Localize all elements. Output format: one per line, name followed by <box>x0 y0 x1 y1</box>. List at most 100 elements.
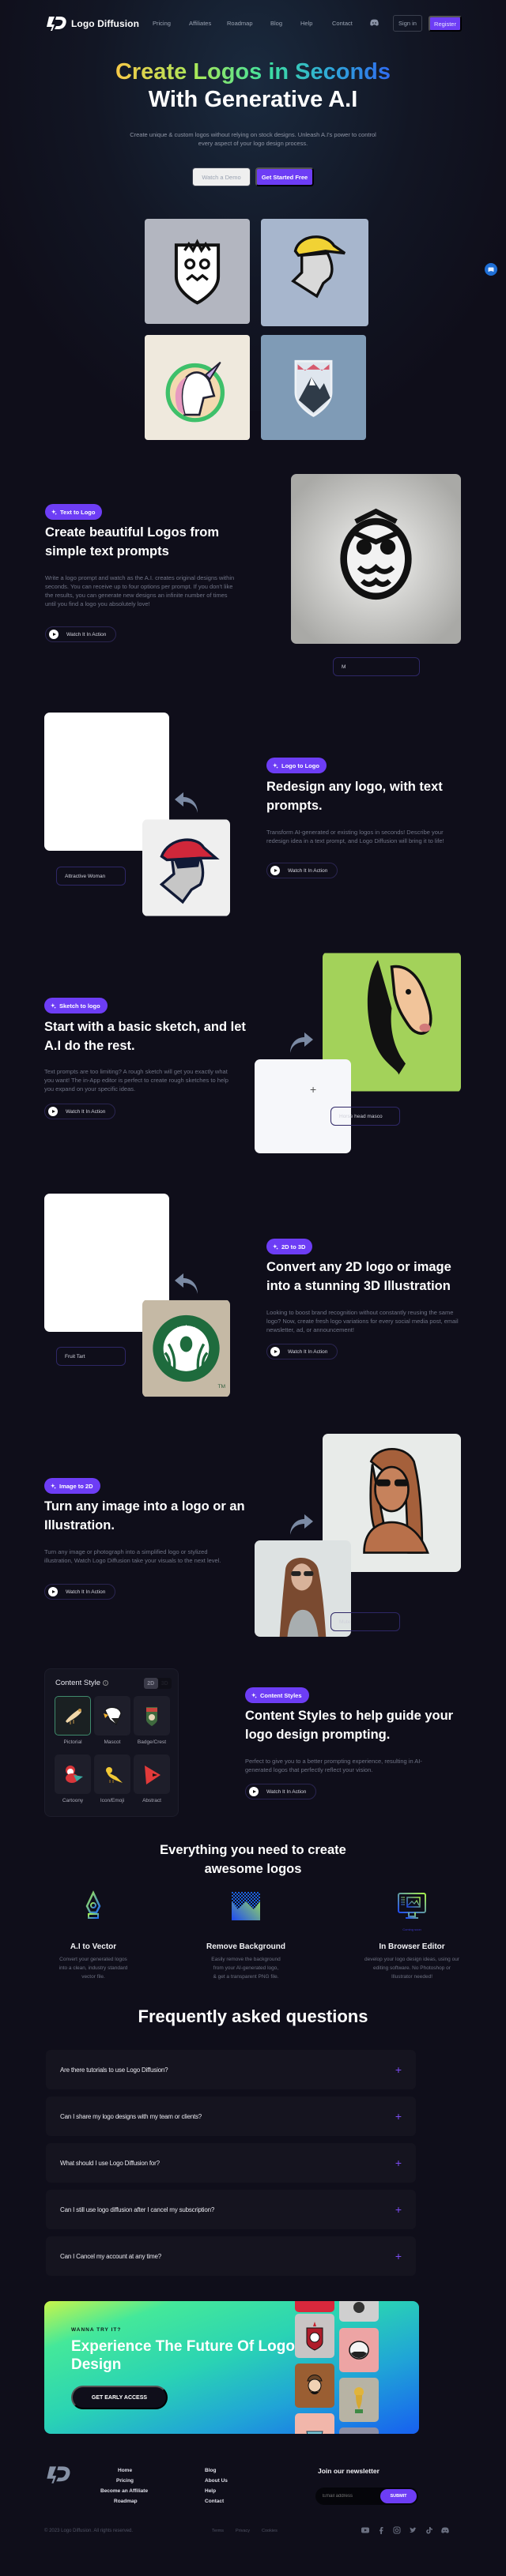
prompt-input[interactable]: Fruit Tart <box>56 1347 126 1366</box>
remove-background-icon <box>232 1892 260 1920</box>
instagram-icon[interactable] <box>393 2526 401 2534</box>
faq-item[interactable]: What should I use Logo Diffusion for? + <box>46 2143 416 2183</box>
twitter-icon[interactable] <box>409 2526 417 2534</box>
info-icon[interactable]: i <box>103 1680 109 1686</box>
footer-logo-icon[interactable] <box>45 2465 71 2484</box>
nav-link-blog[interactable]: Blog <box>270 20 282 27</box>
watch-in-action-button[interactable]: Watch It In Action <box>266 863 338 878</box>
pill-label: 2D to 3D <box>281 1243 306 1250</box>
style-option-abstract[interactable]: Abstract <box>134 1754 170 1803</box>
curved-arrow-forward-icon <box>290 1032 313 1053</box>
prompt-input[interactable]: Horse head masco <box>330 1107 400 1126</box>
brand[interactable]: Logo Diffusion <box>45 16 139 32</box>
play-icon <box>270 1347 280 1356</box>
badge-empty <box>46 1927 141 1931</box>
footer-link-blog[interactable]: Blog <box>205 2468 216 2473</box>
footer-link-affiliate[interactable]: Become an Affiliate <box>100 2488 148 2494</box>
badge-thumb <box>134 1696 170 1736</box>
prompt-input[interactable]: Attractive Woman <box>56 867 126 886</box>
style-option-mascot[interactable]: Mascot <box>94 1696 130 1745</box>
faq-item[interactable]: Can I still use logo diffusion after I c… <box>46 2190 416 2229</box>
chat-icon <box>488 267 494 272</box>
eagle-mascot-icon <box>104 1707 122 1725</box>
feature-pill-image-to-2d: Image to 2D <box>44 1478 100 1494</box>
email-input[interactable] <box>323 2488 378 2505</box>
style-label: Badge/Crest <box>137 1739 167 1745</box>
content-style-title: Content Style <box>55 1679 101 1687</box>
faq-question: Can I still use logo diffusion after I c… <box>60 2206 215 2213</box>
yellow-bird-icon <box>106 1767 123 1783</box>
footer-link-home[interactable]: Home <box>118 2468 132 2473</box>
pill-label: Sketch to logo <box>59 1002 100 1010</box>
facebook-icon[interactable] <box>377 2526 385 2534</box>
toggle-2d[interactable]: 2D <box>144 1678 158 1689</box>
watch-in-action-button[interactable]: Watch It In Action <box>245 1784 317 1799</box>
nav-link-roadmap[interactable]: Roadmap <box>227 20 253 27</box>
footer-link-roadmap[interactable]: Roadmap <box>114 2499 138 2504</box>
nav-link-contact[interactable]: Contact <box>332 20 353 27</box>
get-early-access-button[interactable]: GET EARLY ACCESS <box>71 2386 168 2409</box>
style-label: Abstract <box>142 1798 161 1803</box>
plus-icon: + <box>395 2063 402 2076</box>
footer-link-about[interactable]: About Us <box>205 2478 228 2484</box>
footer-link-terms[interactable]: Terms <box>212 2529 224 2533</box>
register-button[interactable]: Register <box>429 16 462 32</box>
discord-icon[interactable] <box>370 19 379 26</box>
feature-title-2d-to-3d: Convert any 2D logo or image into a stun… <box>266 1260 451 1293</box>
style-label: Mascot <box>104 1739 121 1745</box>
2d-logo-source: TM <box>142 1299 230 1397</box>
brand-name: Logo Diffusion <box>71 18 140 29</box>
dimension-toggle: 2D 3D <box>144 1678 172 1689</box>
sparkle-icon <box>273 762 278 769</box>
play-icon <box>49 630 59 639</box>
feature-desc-text-to-logo: Write a logo prompt and watch as the A.I… <box>45 574 235 607</box>
owl-logo-result <box>291 474 461 644</box>
style-option-pictorial[interactable]: Pictorial <box>55 1696 91 1745</box>
feature-desc: develop your logo design ideas, using ou… <box>364 1957 459 1980</box>
style-option-icon-emoji[interactable]: Icon/Emoji <box>94 1754 130 1803</box>
tiktok-icon[interactable] <box>425 2526 433 2534</box>
youtube-icon[interactable] <box>361 2526 369 2534</box>
hero-title-line2: With Generative A.I <box>148 87 358 112</box>
pill-label: Logo to Logo <box>281 762 319 769</box>
nav-link-help[interactable]: Help <box>300 20 312 27</box>
prompt-input[interactable]: M <box>333 657 420 676</box>
sparkle-icon <box>51 1483 56 1489</box>
footer-link-pricing[interactable]: Pricing <box>116 2478 134 2484</box>
sign-in-button[interactable]: Sign in <box>393 15 422 32</box>
submit-button[interactable]: SUBMIT <box>380 2489 417 2503</box>
cta-title: Experience The Future Of Logo Design <box>71 2338 295 2373</box>
hero-title-line1: Create Logos in Seconds <box>0 59 506 85</box>
abstract-bird-icon <box>145 1766 160 1784</box>
watch-in-action-button[interactable]: Watch It In Action <box>266 1344 338 1359</box>
content-style-panel: Content Style i 2D 3D Pictorial Mascot B… <box>44 1668 179 1817</box>
style-option-cartoony[interactable]: Cartoony <box>55 1754 91 1803</box>
owl-crest-logo-tile <box>145 219 250 324</box>
discord-icon[interactable] <box>441 2526 449 2534</box>
faq-item[interactable]: Can I share my logo designs with my team… <box>46 2097 416 2136</box>
footer-link-contact[interactable]: Contact <box>205 2499 224 2504</box>
watch-demo-button[interactable]: Watch a Demo <box>192 167 251 186</box>
toggle-3d[interactable]: 3D <box>158 1678 172 1689</box>
style-option-badge-crest[interactable]: Badge/Crest <box>134 1696 170 1745</box>
footer-link-help[interactable]: Help <box>205 2488 216 2494</box>
faq-item[interactable]: Can I Cancel my account at any time? + <box>46 2236 416 2276</box>
logo-thumb-lion <box>339 2301 379 2322</box>
pictorial-thumb <box>55 1696 91 1736</box>
faq-item[interactable]: Are there tutorials to use Logo Diffusio… <box>46 2050 416 2089</box>
chat-widget-button[interactable] <box>485 263 497 276</box>
hero-title-gradient-text: Create Logos in Seconds <box>115 59 391 85</box>
logo-thumb-trophy <box>339 2378 379 2422</box>
watch-in-action-button[interactable]: Watch It In Action <box>45 626 117 642</box>
footer-link-privacy[interactable]: Privacy <box>236 2529 250 2533</box>
watch-in-action-button[interactable]: Watch It In Action <box>44 1104 116 1119</box>
watch-in-action-button[interactable]: Watch It In Action <box>44 1584 116 1600</box>
nav-link-affiliates[interactable]: Affiliates <box>189 20 211 27</box>
bearded-man-logo <box>307 2375 323 2394</box>
logo-thumb-crown <box>295 2413 334 2434</box>
get-started-button[interactable]: Get Started Free <box>255 167 314 186</box>
nav-link-pricing[interactable]: Pricing <box>153 20 171 27</box>
plus-icon: + <box>395 2250 402 2262</box>
prompt-input[interactable]: Mute <box>330 1612 400 1631</box>
footer-link-cookies[interactable]: Cookies <box>262 2529 278 2533</box>
